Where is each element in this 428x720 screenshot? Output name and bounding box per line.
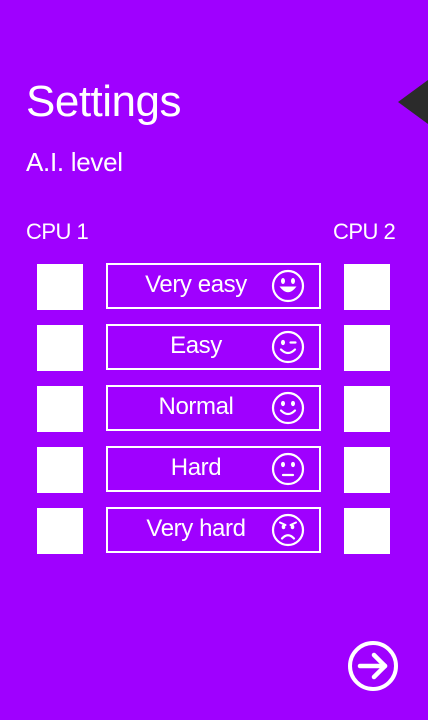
- grinning-face-icon: [271, 269, 305, 303]
- cpu2-column-label: CPU 2: [333, 219, 396, 244]
- level-button-very-easy[interactable]: Very easy: [106, 263, 321, 309]
- level-button-easy[interactable]: Easy: [106, 324, 321, 370]
- cpu2-checkbox-very-easy[interactable]: [344, 264, 390, 310]
- page-title: Settings: [26, 77, 181, 126]
- cpu1-column-label: CPU 1: [26, 219, 89, 244]
- level-button-hard[interactable]: Hard: [106, 446, 321, 492]
- level-button-very-hard[interactable]: Very hard: [106, 507, 321, 553]
- neutral-face-icon: [271, 452, 305, 486]
- level-label: Normal: [158, 393, 234, 420]
- level-row-very-hard: Very hard: [0, 507, 428, 555]
- cpu2-checkbox-hard[interactable]: [344, 447, 390, 493]
- cpu1-checkbox-easy[interactable]: [37, 325, 83, 371]
- cpu1-checkbox-normal[interactable]: [37, 386, 83, 432]
- level-row-very-easy: Very easy: [0, 263, 428, 311]
- cpu2-checkbox-very-hard[interactable]: [344, 508, 390, 554]
- level-label: Very hard: [146, 515, 246, 542]
- angry-face-icon: [271, 513, 305, 547]
- cpu1-checkbox-very-easy[interactable]: [37, 264, 83, 310]
- level-label: Very easy: [145, 271, 247, 298]
- cpu1-checkbox-very-hard[interactable]: [37, 508, 83, 554]
- level-row-easy: Easy: [0, 324, 428, 372]
- level-button-normal[interactable]: Normal: [106, 385, 321, 431]
- cpu1-checkbox-hard[interactable]: [37, 447, 83, 493]
- ai-level-subtitle: A.I. level: [26, 147, 123, 177]
- level-row-normal: Normal: [0, 385, 428, 433]
- arrow-right-circle-icon[interactable]: [347, 640, 399, 692]
- level-label: Easy: [170, 332, 222, 359]
- smiling-face-icon: [271, 391, 305, 425]
- level-row-hard: Hard: [0, 446, 428, 494]
- cpu2-checkbox-easy[interactable]: [344, 325, 390, 371]
- back-arrow-icon[interactable]: [398, 80, 428, 124]
- level-label: Hard: [170, 454, 222, 481]
- cpu2-checkbox-normal[interactable]: [344, 386, 390, 432]
- winking-face-icon: [271, 330, 305, 364]
